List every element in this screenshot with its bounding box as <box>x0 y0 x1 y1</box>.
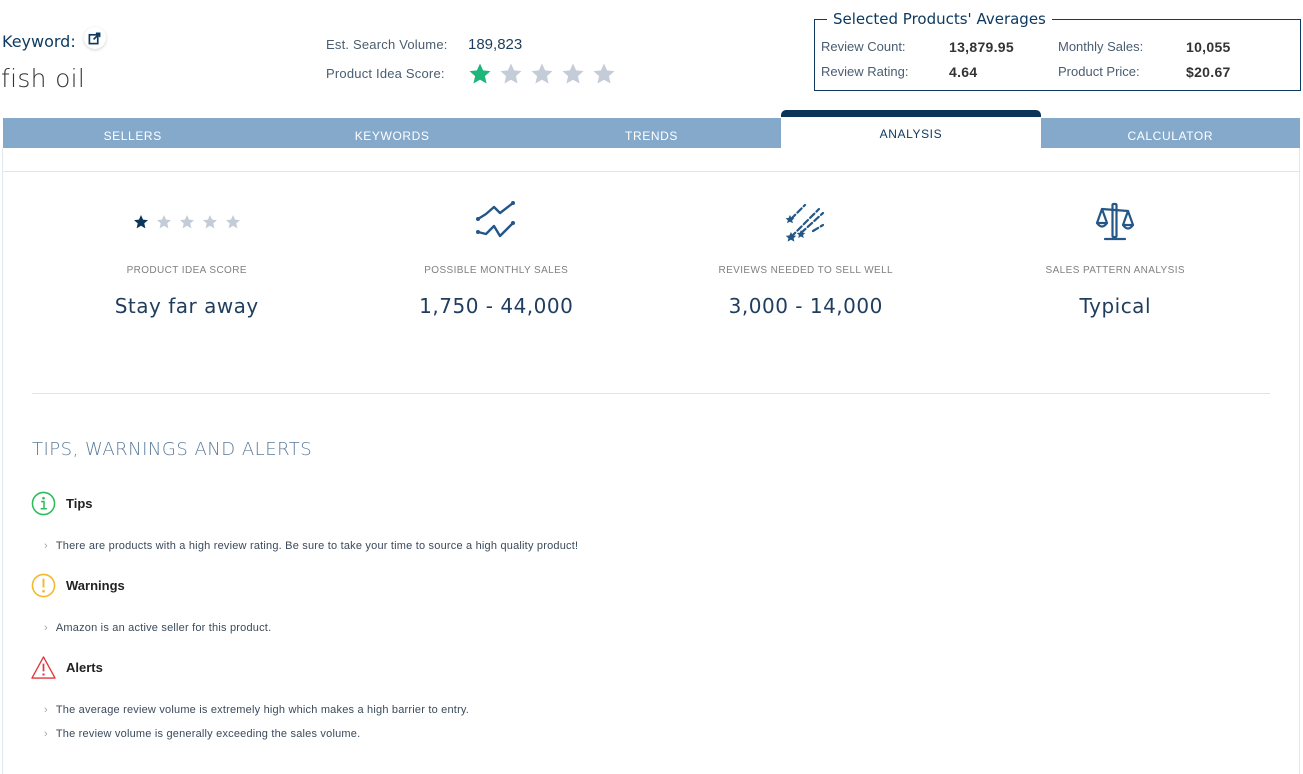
shooting-stars-icon <box>785 203 824 242</box>
star-empty-icon <box>156 215 171 229</box>
metric-label: SALES PATTERN ANALYSIS <box>1045 265 1185 276</box>
search-volume-label: Est. Search Volume: <box>326 37 448 52</box>
metric-reviews-needed: REVIEWS NEEDED TO SELL WELL 3,000 - 14,0… <box>651 195 961 318</box>
idea-score-stars <box>468 62 616 86</box>
keyword-meta: Est. Search Volume: 189,823 Product Idea… <box>326 30 616 88</box>
averages-title: Selected Products' Averages <box>827 10 1052 28</box>
alert-item: › The review volume is generally exceedi… <box>44 728 361 740</box>
exclamation-circle-icon <box>31 573 56 598</box>
alerts-group: Alerts <box>31 655 103 680</box>
tab-sellers[interactable]: SELLERS <box>3 118 263 148</box>
chevron-right-icon: › <box>44 540 48 552</box>
star-empty-icon <box>225 215 240 229</box>
metric-possible-monthly-sales: POSSIBLE MONTHLY SALES 1,750 - 44,000 <box>342 195 652 318</box>
chevron-right-icon: › <box>44 728 48 740</box>
tab-bar: SELLERS KEYWORDS TRENDS ANALYSIS CALCULA… <box>3 110 1301 148</box>
metric-label: POSSIBLE MONTHLY SALES <box>424 265 569 276</box>
review-count-value: 13,879.95 <box>949 38 1014 55</box>
star-empty-icon <box>500 63 522 83</box>
monthly-sales-value: 10,055 <box>1186 38 1231 55</box>
product-price-label: Product Price: <box>1058 64 1140 79</box>
star-filled-icon <box>133 215 148 229</box>
metric-label: PRODUCT IDEA SCORE <box>126 265 247 276</box>
balance-scale-icon <box>1096 202 1135 241</box>
selected-products-averages: Selected Products' Averages Review Count… <box>814 10 1301 91</box>
panel-top-divider <box>2 171 1300 172</box>
analysis-metrics: PRODUCT IDEA SCORE Stay far away POSSIBL… <box>32 195 1270 318</box>
review-rating-value: 4.64 <box>949 63 978 80</box>
warnings-label: Warnings <box>66 578 125 593</box>
star-empty-icon <box>179 215 194 229</box>
metric-sales-pattern: SALES PATTERN ANALYSIS Typical <box>961 195 1271 318</box>
metric-value: 3,000 - 14,000 <box>728 294 883 318</box>
tab-analysis[interactable]: ANALYSIS <box>781 110 1041 148</box>
keyword-value: fish oil <box>1 64 86 93</box>
star-empty-icon <box>593 63 615 83</box>
metric-value: Stay far away <box>114 294 259 318</box>
star-rating-icon <box>133 214 241 230</box>
tips-group: Tips <box>31 491 93 516</box>
tab-trends[interactable]: TRENDS <box>521 118 782 148</box>
star-empty-icon <box>531 63 553 83</box>
idea-score-label: Product Idea Score: <box>326 66 445 81</box>
tab-keywords[interactable]: KEYWORDS <box>262 118 522 148</box>
alerts-label: Alerts <box>66 660 103 675</box>
star-filled-icon <box>469 63 491 83</box>
alert-item: › The average review volume is extremely… <box>44 704 470 716</box>
search-volume-value: 189,823 <box>468 36 523 53</box>
section-divider <box>32 393 1270 394</box>
chevron-right-icon: › <box>44 622 48 634</box>
star-empty-icon <box>562 63 584 83</box>
warning-item: › Amazon is an active seller for this pr… <box>44 622 272 634</box>
external-link-button[interactable] <box>83 27 106 49</box>
external-link-icon <box>88 32 101 44</box>
review-count-label: Review Count: <box>821 39 906 54</box>
warnings-group: Warnings <box>31 573 125 598</box>
product-price-value: $20.67 <box>1186 63 1231 80</box>
trend-lines-icon <box>476 201 516 238</box>
info-circle-icon <box>31 491 56 516</box>
tip-item: › There are products with a high review … <box>44 540 579 552</box>
monthly-sales-label: Monthly Sales: <box>1058 39 1144 54</box>
tab-calculator[interactable]: CALCULATOR <box>1040 118 1301 148</box>
review-rating-label: Review Rating: <box>821 64 909 79</box>
metric-product-idea-score: PRODUCT IDEA SCORE Stay far away <box>32 195 342 318</box>
metric-value: Typical <box>1079 294 1151 318</box>
metric-value: 1,750 - 44,000 <box>419 294 574 318</box>
metric-label: REVIEWS NEEDED TO SELL WELL <box>718 265 894 276</box>
star-empty-icon <box>202 215 217 229</box>
warning-triangle-icon <box>31 656 56 679</box>
tips-section-title: TIPS, WARNINGS AND ALERTS <box>32 439 313 460</box>
keyword-label-row: Keyword: <box>2 27 106 52</box>
tips-label: Tips <box>66 496 93 511</box>
chevron-right-icon: › <box>44 704 48 716</box>
keyword-label: Keyword: <box>2 31 76 51</box>
